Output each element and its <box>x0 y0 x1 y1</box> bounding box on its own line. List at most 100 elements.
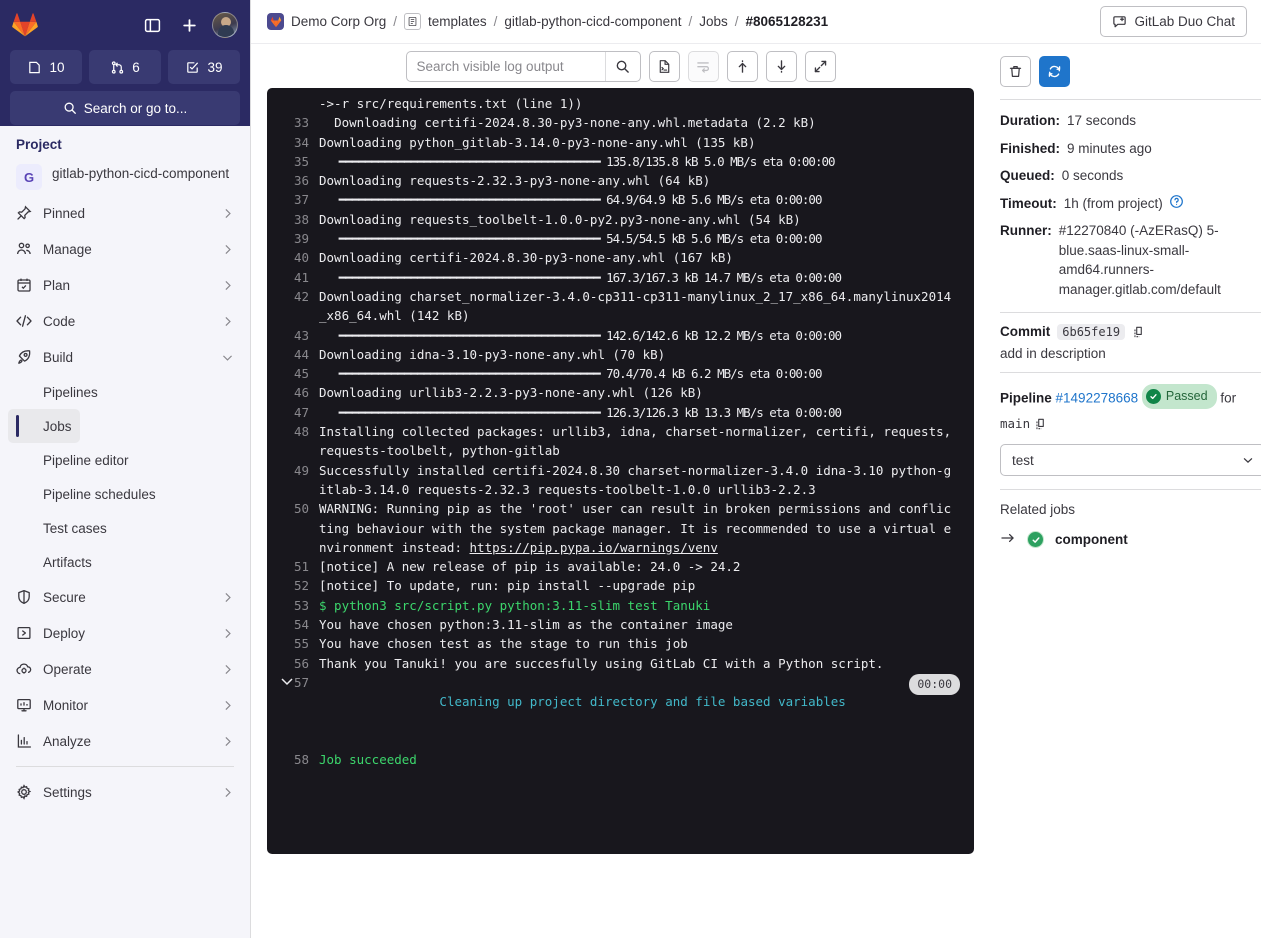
chevron-down-icon[interactable] <box>279 673 295 689</box>
commit-sha[interactable]: 6b65fe19 <box>1057 323 1126 340</box>
sidebar-subitem-wrap: Test cases <box>8 511 242 545</box>
sidebar-item-secure[interactable]: Secure <box>8 579 242 615</box>
log-line-text: Thank you Tanuki! you are succesfully us… <box>319 655 884 671</box>
scroll-to-bottom-button[interactable] <box>765 50 797 82</box>
sidebar-item-monitor[interactable]: Monitor <box>8 687 242 723</box>
log-line-number[interactable]: 56 <box>267 654 319 673</box>
search-submit-button[interactable] <box>604 51 640 81</box>
sidebar-item-pipeline-editor[interactable]: Pipeline editor <box>8 443 137 477</box>
erase-job-log-button[interactable] <box>1000 56 1031 87</box>
sidebar-subitem-wrap: Pipelines <box>8 375 242 409</box>
sidebar-item-operate[interactable]: Operate <box>8 651 242 687</box>
log-line-number[interactable]: 58 <box>267 750 319 769</box>
log-line-number[interactable]: 37 <box>267 190 319 209</box>
help-icon[interactable] <box>1169 194 1184 209</box>
related-job-name[interactable]: component <box>1055 532 1128 547</box>
sidebar-item-jobs[interactable]: Jobs <box>8 409 80 443</box>
scroll-to-top-button[interactable] <box>726 50 758 82</box>
merge-requests-count-button[interactable]: 6 <box>89 50 161 84</box>
log-line-text: ━━━━━━━━━━━━━━━━━━━━━━━━━━━━━━━━━━━━━━━━… <box>319 231 823 247</box>
breadcrumb-separator: / <box>393 14 398 29</box>
log-line-number[interactable]: 50 <box>267 499 319 518</box>
issues-count-button[interactable]: 10 <box>10 50 82 84</box>
related-job-item[interactable]: component <box>1000 527 1261 552</box>
full-screen-button[interactable] <box>804 50 836 82</box>
log-line-number[interactable]: 46 <box>267 383 319 402</box>
arrow-up-icon <box>738 59 746 73</box>
log-line-number[interactable]: 34 <box>267 133 319 152</box>
commit-row: Commit 6b65fe19 <box>1000 323 1261 340</box>
sidebar-item-settings[interactable]: Settings <box>8 774 242 810</box>
breadcrumb-org[interactable]: Demo Corp Org <box>291 14 386 29</box>
log-line-number[interactable]: 55 <box>267 634 319 653</box>
gitlab-duo-chat-button[interactable]: GitLab Duo Chat <box>1100 6 1247 37</box>
sidebar-item-pipelines[interactable]: Pipelines <box>8 375 106 409</box>
sidebar-item-analyze[interactable]: Analyze <box>8 723 242 759</box>
sidebar-item-pinned[interactable]: Pinned <box>8 195 242 231</box>
breadcrumb-project[interactable]: gitlab-python-cicd-component <box>504 14 681 29</box>
sidebar-item-deploy[interactable]: Deploy <box>8 615 242 651</box>
log-line: 56 Thank you Tanuki! you are succesfully… <box>267 654 966 673</box>
log-line-number[interactable]: 35 <box>267 152 319 171</box>
copy-icon[interactable] <box>1132 325 1146 339</box>
chevron-right-icon <box>225 280 231 290</box>
sidebar-section-title: Project <box>16 137 62 152</box>
copy-icon[interactable] <box>1034 417 1048 431</box>
log-line-number[interactable]: 52 <box>267 576 319 595</box>
todos-count-button[interactable]: 39 <box>168 50 240 84</box>
retry-icon <box>1048 65 1061 78</box>
calendar-icon <box>17 278 31 292</box>
log-line: 58 Job succeeded <box>267 750 966 769</box>
gitlab-logo-icon[interactable] <box>12 12 38 38</box>
sidebar-project-item[interactable]: G gitlab-python-cicd-component <box>8 159 242 195</box>
code-icon <box>16 315 32 327</box>
log-line-text-command: $ python3 src/script.py python:3.11-slim… <box>319 597 711 613</box>
stage-select[interactable]: test <box>1000 444 1261 477</box>
soft-wrap-button[interactable] <box>687 50 719 82</box>
log-line-number[interactable]: 40 <box>267 248 319 267</box>
file-icon <box>659 59 669 73</box>
log-line-number[interactable]: 41 <box>267 268 319 287</box>
sidebar-item-plan[interactable]: Plan <box>8 267 242 303</box>
log-line: 42 Downloading charset_normalizer-3.4.0-… <box>267 287 966 326</box>
log-line-number[interactable]: 48 <box>267 422 319 441</box>
breadcrumb-jobs[interactable]: Jobs <box>699 14 728 29</box>
raw-log-button[interactable] <box>648 50 680 82</box>
log-line-number[interactable]: 43 <box>267 326 319 345</box>
log-line-number[interactable]: 51 <box>267 557 319 576</box>
log-line-number[interactable]: 38 <box>267 210 319 229</box>
sidebar-item-code[interactable]: Code <box>8 303 242 339</box>
chevron-right-icon <box>225 316 231 326</box>
log-line-number[interactable]: 33 <box>267 113 319 132</box>
retry-job-button[interactable] <box>1039 56 1070 87</box>
sidebar-item-test-cases[interactable]: Test cases <box>8 511 115 545</box>
log-line-number[interactable]: 53 <box>267 596 319 615</box>
user-avatar[interactable] <box>212 12 238 38</box>
sidebar-item-pipeline-schedules[interactable]: Pipeline schedules <box>8 477 164 511</box>
queued-value: 0 seconds <box>1061 168 1124 184</box>
pip-venv-link[interactable]: https://pip.pypa.io/warnings/venv <box>470 540 718 555</box>
sidebar-item-manage[interactable]: Manage <box>8 231 242 267</box>
sidebar-subitem-wrap: Pipeline schedules <box>8 477 242 511</box>
sidebar-item-artifacts[interactable]: Artifacts <box>8 545 100 579</box>
wrap-icon <box>696 61 709 73</box>
create-new-button[interactable] <box>175 11 203 39</box>
log-line: 52 [notice] To update, run: pip install … <box>267 576 966 595</box>
log-line-number[interactable]: 49 <box>267 461 319 480</box>
log-line-number[interactable]: 39 <box>267 229 319 248</box>
log-line-number[interactable]: 44 <box>267 345 319 364</box>
breadcrumb-job-id: #8065128231 <box>745 14 829 29</box>
log-line-number[interactable]: 36 <box>267 171 319 190</box>
job-log-panel[interactable]: ->-r src/requirements.txt (line 1)) 33 D… <box>267 88 974 854</box>
log-line-number[interactable]: 47 <box>267 403 319 422</box>
sidebar-item-build[interactable]: Build <box>8 339 242 375</box>
log-line-number[interactable]: 42 <box>267 287 319 306</box>
pipeline-id-link[interactable]: #1492278668 <box>1056 390 1139 405</box>
search-input[interactable] <box>406 51 605 81</box>
breadcrumb-group[interactable]: templates <box>428 14 487 29</box>
toggle-sidebar-button[interactable] <box>138 11 166 39</box>
log-line-number[interactable]: 54 <box>267 615 319 634</box>
log-line-number[interactable]: 45 <box>267 364 319 383</box>
search-or-go-to-button[interactable]: Search or go to... <box>10 91 240 125</box>
log-line-text: Installing collected packages: urllib3, … <box>319 424 959 459</box>
